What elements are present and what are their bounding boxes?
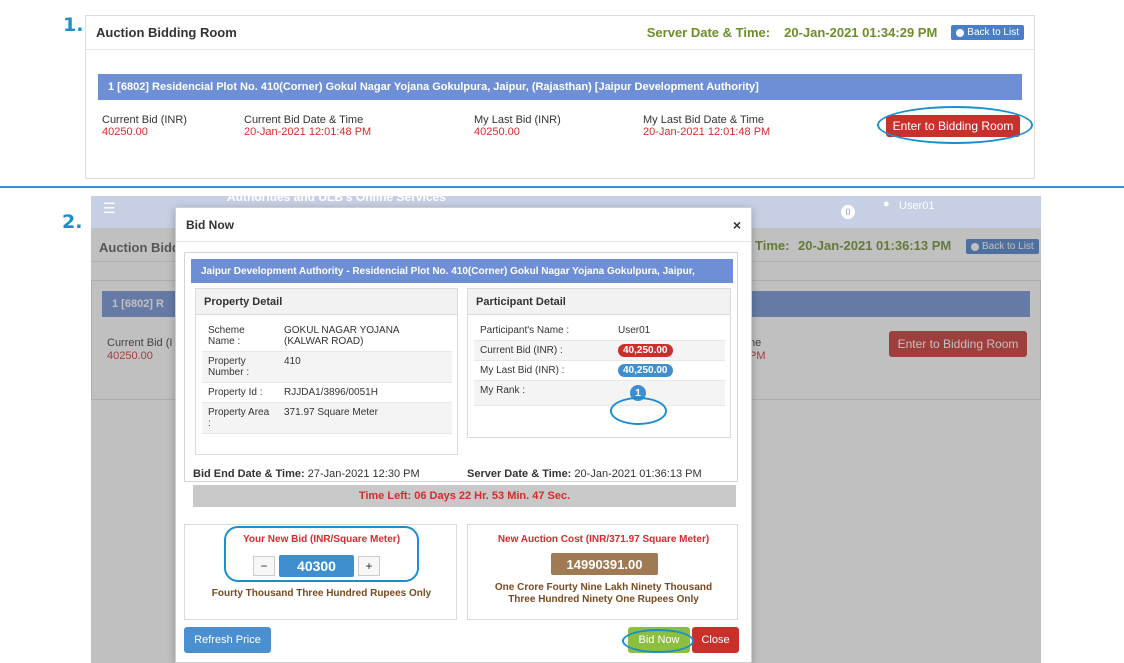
bid-now-button[interactable]: Bid Now	[628, 627, 690, 653]
auction-cost-words: One Crore Fourty Nine Lakh Ninety Thousa…	[494, 582, 713, 605]
my-last-bid-date-value: 20-Jan-2021 12:01:48 PM	[643, 126, 771, 138]
back-to-list-label: Back to List	[967, 27, 1019, 38]
time-left-text: Time Left: 06 Days 22 Hr. 53 Min. 47 Sec…	[358, 490, 571, 502]
auction-cost-box: New Auction Cost (INR/371.97 Square Mete…	[467, 524, 738, 620]
table-row: Current Bid (INR) : 40,250.00	[474, 340, 725, 361]
bid-end-row: Bid End Date & Time: 27-Jan-2021 12:30 P…	[193, 468, 420, 480]
notification-badge[interactable]: 0	[841, 205, 855, 219]
panel-header: Auction Bidding Room Server Date & Time:…	[86, 16, 1034, 50]
scheme-value: GOKUL NAGAR YOJANA (KALWAR ROAD)	[278, 321, 452, 352]
property-title-bar: 1 [6802] Residencial Plot No. 410(Corner…	[98, 74, 1022, 100]
property-id-label: Property Id :	[202, 382, 278, 403]
new-bid-label: Your New Bid (INR/Square Meter)	[242, 534, 401, 545]
modal-server-time-label: Server Date & Time:	[467, 468, 572, 480]
bid-end-value: 27-Jan-2021 12:30 PM	[307, 468, 420, 480]
participant-current-bid-badge: 40,250.00	[618, 344, 673, 357]
modal-header: Bid Now ×	[176, 208, 751, 242]
property-banner: Jaipur Development Authority - Residenci…	[191, 259, 733, 283]
server-time-label: Server Date & Time:	[646, 25, 771, 40]
bg-nav-text: Authorities and ULB's Online Services	[227, 190, 446, 204]
bid-end-label: Bid End Date & Time:	[193, 468, 305, 480]
property-area-value: 371.97 Square Meter	[278, 402, 452, 434]
property-number-value: 410	[278, 351, 452, 383]
menu-icon: ☰	[103, 200, 116, 216]
table-row: My Last Bid (INR) : 40,250.00	[474, 360, 725, 381]
server-time-row: Server Date & Time: 20-Jan-2021 01:36:13…	[467, 468, 702, 480]
table-row: Scheme Name : GOKUL NAGAR YOJANA (KALWAR…	[202, 321, 452, 352]
back-to-list-button[interactable]: Back to List	[951, 25, 1024, 40]
property-detail-table: Scheme Name : GOKUL NAGAR YOJANA (KALWAR…	[202, 321, 452, 434]
my-rank-badge: 1	[630, 385, 646, 401]
participant-detail-header: Participant Detail	[468, 289, 730, 315]
table-row: Participant's Name : User01	[474, 321, 725, 341]
arrow-left-icon	[956, 28, 965, 37]
my-last-bid-value: 40250.00	[474, 126, 520, 138]
current-bid-label: Current Bid (INR)	[102, 114, 187, 126]
table-row: Property Area : 371.97 Square Meter	[202, 402, 452, 434]
new-bid-box: Your New Bid (INR/Square Meter) − 40300 …	[184, 524, 457, 620]
participant-detail-section: Participant Detail Participant's Name : …	[467, 288, 731, 438]
auction-cost-value: 14990391.00	[551, 553, 658, 575]
page-title: Auction Bidding Room	[96, 25, 237, 40]
current-bid-date-value: 20-Jan-2021 12:01:48 PM	[244, 126, 372, 138]
modal-server-time-value: 20-Jan-2021 01:36:13 PM	[574, 468, 702, 480]
participant-current-bid-label: Current Bid (INR) :	[474, 340, 612, 361]
participant-name-value: User01	[612, 321, 725, 341]
increase-bid-button[interactable]: +	[358, 556, 380, 576]
close-button[interactable]: Close	[692, 627, 739, 653]
refresh-price-button[interactable]: Refresh Price	[184, 627, 271, 653]
bid-info-row: Current Bid (INR) 40250.00 Current Bid D…	[102, 114, 1022, 154]
auction-bidding-room-panel: Auction Bidding Room Server Date & Time:…	[85, 15, 1035, 179]
bid-amount-input[interactable]: 40300	[279, 555, 354, 577]
close-icon[interactable]: ×	[733, 217, 741, 233]
bid-amount-words: Fourty Thousand Three Hundred Rupees Onl…	[211, 588, 432, 599]
bid-stepper: − 40300 +	[253, 555, 380, 577]
property-id-value: RJJDA1/3896/0051H	[278, 382, 452, 403]
step-number-2: 2.	[62, 211, 83, 233]
time-left-bar: Time Left: 06 Days 22 Hr. 53 Min. 47 Sec…	[193, 485, 736, 507]
server-time-value: 20-Jan-2021 01:34:29 PM	[784, 25, 938, 40]
table-row: My Rank : 1	[474, 380, 725, 406]
current-bid-date-label: Current Bid Date & Time	[244, 114, 364, 126]
table-row: Property Number : 410	[202, 351, 452, 383]
step-number-1: 1.	[63, 14, 84, 36]
auction-cost-label: New Auction Cost (INR/371.97 Square Mete…	[497, 534, 710, 545]
modal-detail-box: Jaipur Development Authority - Residenci…	[184, 252, 738, 482]
participant-detail-table: Participant's Name : User01 Current Bid …	[474, 321, 725, 406]
property-detail-header: Property Detail	[196, 289, 457, 315]
scheme-label: Scheme Name :	[202, 321, 278, 352]
participant-last-bid-label: My Last Bid (INR) :	[474, 360, 612, 381]
participant-last-bid-badge: 40,250.00	[618, 364, 673, 377]
participant-name-label: Participant's Name :	[474, 321, 612, 341]
modal-title: Bid Now	[186, 217, 234, 232]
section-divider	[0, 186, 1124, 188]
decrease-bid-button[interactable]: −	[253, 556, 275, 576]
property-area-label: Property Area :	[202, 402, 278, 434]
property-number-label: Property Number :	[202, 351, 278, 383]
my-last-bid-date-label: My Last Bid Date & Time	[643, 114, 765, 126]
current-bid-value: 40250.00	[102, 126, 148, 138]
property-detail-section: Property Detail Scheme Name : GOKUL NAGA…	[195, 288, 458, 455]
table-row: Property Id : RJJDA1/3896/0051H	[202, 382, 452, 403]
enter-bidding-room-button[interactable]: Enter to Bidding Room	[886, 115, 1020, 137]
bid-now-modal: Bid Now × Jaipur Development Authority -…	[175, 207, 752, 663]
user-menu[interactable]: User01	[899, 200, 934, 212]
my-rank-label: My Rank :	[474, 380, 612, 406]
user-icon: ●	[883, 198, 890, 210]
my-last-bid-label: My Last Bid (INR)	[474, 114, 561, 126]
